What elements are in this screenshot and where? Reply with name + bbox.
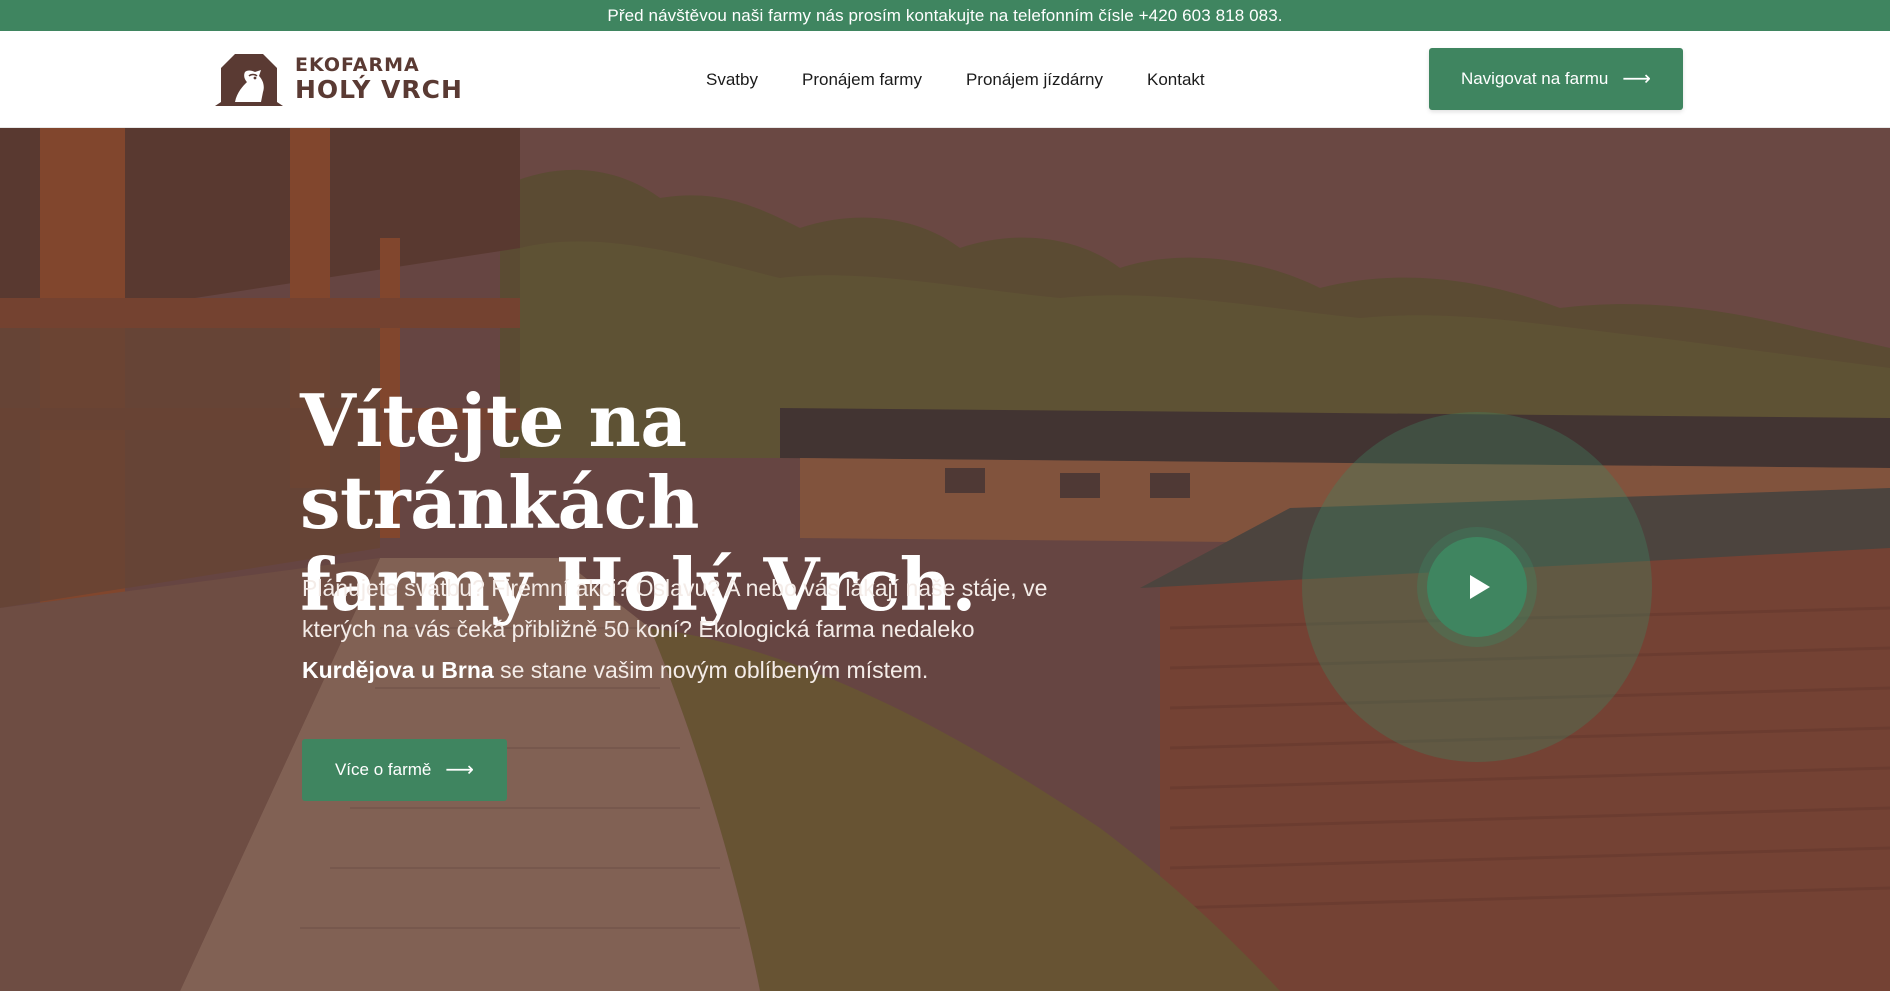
- site-header: EKOFARMA HOLÝ VRCH Svatby Pronájem farmy…: [0, 31, 1890, 128]
- play-icon: [1469, 575, 1490, 599]
- navigate-to-farm-button[interactable]: Navigovat na farmu ⟶: [1429, 48, 1683, 110]
- arrow-right-icon: ⟶: [1622, 68, 1652, 90]
- nav-item-kontakt[interactable]: Kontakt: [1147, 70, 1205, 90]
- hero-text-part-1: Plánujete svatbu? Firemní akci? Oslavu? …: [302, 575, 1048, 642]
- hero-text-location: Kurdějova u Brna: [302, 657, 494, 683]
- hero-title-line-1: Vítejte na stránkách: [300, 378, 699, 545]
- navigate-button-label: Navigovat na farmu: [1460, 69, 1609, 88]
- logo-wordmark: EKOFARMA HOLÝ VRCH: [295, 54, 463, 104]
- more-about-farm-button[interactable]: Více o farmě ⟶: [302, 739, 507, 801]
- horse-barn-icon: [215, 54, 283, 106]
- hero-description: Plánujete svatbu? Firemní akci? Oslavu? …: [302, 568, 1062, 691]
- arrow-right-icon: ⟶: [445, 759, 475, 781]
- nav-item-pronajem-farmy[interactable]: Pronájem farmy: [802, 70, 922, 90]
- announcement-text: Před návštěvou naši farmy nás prosím kon…: [607, 5, 1283, 25]
- nav-item-pronajem-jizdarny[interactable]: Pronájem jízdárny: [966, 70, 1103, 90]
- more-button-label: Více o farmě: [334, 760, 432, 779]
- play-video-button[interactable]: [1427, 537, 1527, 637]
- hero-text-part-2: se stane vašim novým oblíbeným místem.: [500, 657, 929, 683]
- logo-line-2: HOLÝ VRCH: [295, 75, 463, 104]
- hero-section: Vítejte na stránkách farmy Holý Vrch. Pl…: [0, 128, 1890, 991]
- announcement-bar: Před návštěvou naši farmy nás prosím kon…: [0, 0, 1890, 31]
- main-nav: Svatby Pronájem farmy Pronájem jízdárny …: [706, 31, 1205, 128]
- logo-line-1: EKOFARMA: [295, 54, 420, 76]
- site-logo[interactable]: EKOFARMA HOLÝ VRCH: [213, 52, 463, 106]
- nav-item-svatby[interactable]: Svatby: [706, 70, 758, 90]
